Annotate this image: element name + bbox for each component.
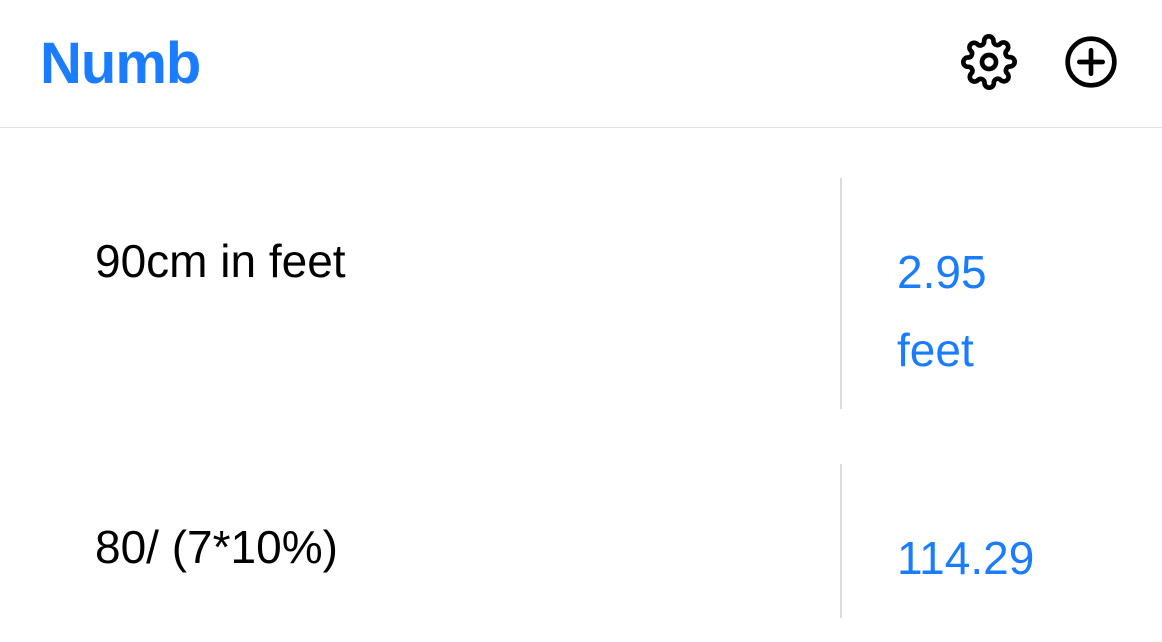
settings-button[interactable]	[958, 33, 1020, 95]
result-cell: 114.29	[842, 519, 1067, 597]
result-cell: 2.95 feet	[842, 233, 1067, 389]
header: Numb	[0, 0, 1162, 128]
add-button[interactable]	[1060, 33, 1122, 95]
calc-row[interactable]: 80/ (7*10%) 114.29	[95, 464, 1067, 637]
app-title: Numb	[40, 30, 200, 97]
plus-circle-icon	[1063, 34, 1119, 93]
content: 90cm in feet 2.95 feet 80/ (7*10%) 114.2…	[0, 128, 1162, 638]
gear-icon	[961, 34, 1017, 93]
calc-row[interactable]: 90cm in feet 2.95 feet	[95, 178, 1067, 429]
expression-cell[interactable]: 80/ (7*10%)	[95, 519, 840, 577]
header-actions	[958, 33, 1122, 95]
expression-cell[interactable]: 90cm in feet	[95, 233, 840, 291]
